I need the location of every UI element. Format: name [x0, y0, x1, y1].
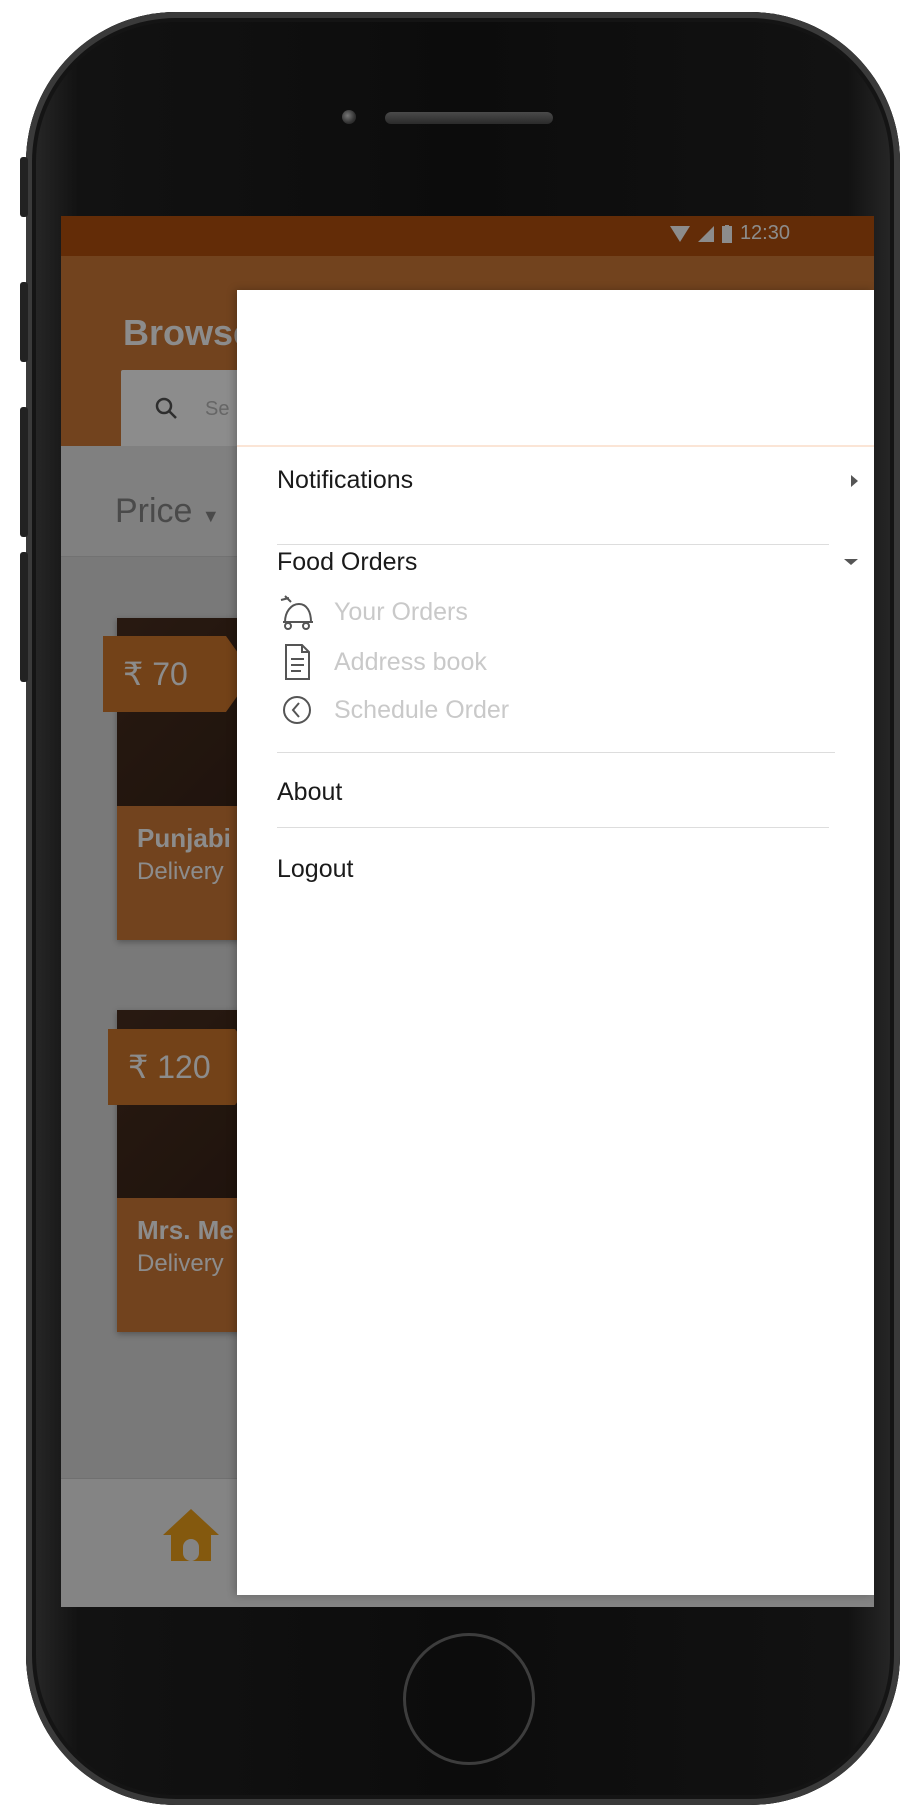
- chevron-right-icon: [851, 475, 858, 487]
- menu-item-about[interactable]: About: [277, 778, 827, 807]
- submenu-item-label: Address book: [334, 647, 487, 676]
- earpiece-speaker: [385, 112, 553, 124]
- volume-down-button: [20, 407, 28, 537]
- phone-screen: 12:30 Browse Se Price ▼ Punjabi Delivery…: [61, 216, 874, 1607]
- submenu-item-schedule-order[interactable]: Schedule Order: [277, 690, 509, 730]
- volume-up-button: [20, 282, 28, 362]
- divider: [277, 827, 829, 828]
- drawer-header: [237, 290, 874, 447]
- home-button[interactable]: [403, 1633, 535, 1765]
- menu-item-logout[interactable]: Logout: [277, 855, 827, 884]
- front-camera: [342, 110, 356, 124]
- submenu-item-your-orders[interactable]: Your Orders: [277, 592, 468, 632]
- menu-item-label: Logout: [277, 855, 354, 883]
- power-side-button: [20, 552, 28, 682]
- submenu-item-label: Your Orders: [334, 597, 468, 626]
- navigation-drawer: Notifications Food Orders Your Orders Ad…: [237, 290, 874, 1595]
- menu-item-label: Food Orders: [277, 548, 418, 576]
- submenu-item-label: Schedule Order: [334, 695, 510, 724]
- divider: [277, 752, 835, 753]
- menu-item-food-orders[interactable]: Food Orders: [277, 548, 858, 577]
- divider: [277, 544, 829, 545]
- document-icon: [285, 644, 310, 680]
- clock-icon: [283, 696, 311, 724]
- submenu-item-address-book[interactable]: Address book: [277, 642, 487, 682]
- mute-switch: [20, 157, 28, 217]
- menu-item-label: About: [277, 778, 343, 806]
- menu-item-label: Notifications: [277, 466, 414, 494]
- chevron-down-icon: [844, 559, 858, 565]
- menu-item-notifications[interactable]: Notifications: [277, 466, 858, 495]
- delivery-scooter-icon: [280, 595, 313, 630]
